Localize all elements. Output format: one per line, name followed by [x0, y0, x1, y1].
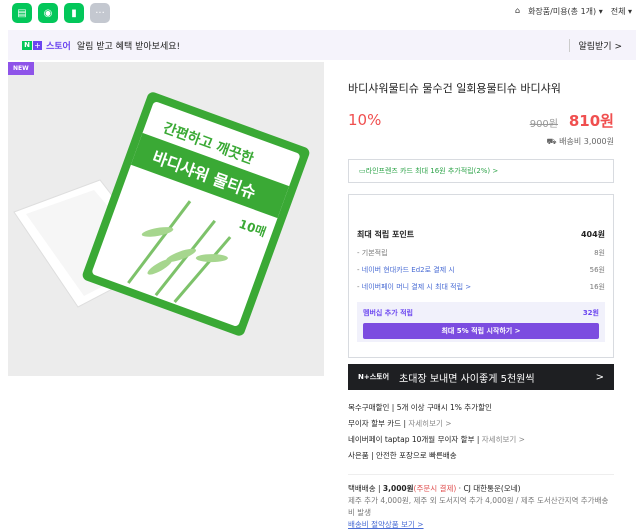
chevron-right-icon: >: [595, 371, 604, 383]
product-title: 바디샤워물티슈 물수건 일회용물티슈 바디샤워: [348, 82, 561, 95]
store-icon[interactable]: ◉: [38, 3, 58, 23]
bookmark-icon[interactable]: ▮: [64, 3, 84, 23]
invite-store-label: N+스토어: [358, 373, 390, 381]
more-icon[interactable]: ···: [90, 3, 110, 23]
points-row[interactable]: - 네이버페이 머니 결제 시 최대 적립 >16원: [357, 282, 605, 292]
delivery-info: 택배배송 | 3,000원(주문시 결제) · CJ 대한통운(오네) 제주 추…: [348, 474, 614, 531]
nplus-logo: N +: [22, 40, 42, 50]
points-total-row: 최대 적립 포인트 404원: [357, 230, 605, 239]
alarm-button[interactable]: 알림받기 >: [569, 39, 622, 52]
breadcrumb-category[interactable]: 화장품/미용(총 1개) ▾: [528, 6, 603, 17]
store-label: 스토어: [46, 41, 71, 52]
perk-item[interactable]: 네이버페이 taptap 10개월 무이자 할부 | 자세히보기 >: [348, 432, 614, 448]
membership-label: 멤버십 추가 적립: [363, 309, 413, 317]
chat-icon[interactable]: ▤: [12, 3, 32, 23]
home-icon[interactable]: ⌂: [515, 6, 520, 17]
perk-item: 사은품 | 안전한 포장으로 빠른배송: [348, 451, 457, 460]
product-photo: 간편하고 깨끗한 바디샤워 물티슈 10매: [8, 62, 324, 376]
original-price: 900원: [529, 119, 558, 130]
new-badge: NEW: [8, 62, 34, 75]
points-box: 최대 적립 포인트 404원 - 기본적립 8원 - 네이버 현대카드 Ed2로 결…: [348, 194, 614, 358]
truck-icon: ⛟: [546, 137, 560, 146]
points-row[interactable]: - 네이버 현대카드 Ed2로 결제 시 56원: [357, 265, 605, 275]
product-info: 바디샤워물티슈 물수건 일회용물티슈 바디샤워 10% 900원 810원 ⛟ …: [348, 62, 614, 531]
top-bar: ▤ ◉ ▮ ··· ⌂ 화장품/미용(총 1개) ▾ 전체 ▾: [0, 0, 640, 26]
membership-box: 멤버십 추가 적립 32원 최대 5% 적립 시작하기 >: [357, 302, 605, 342]
perk-item[interactable]: 무이자 할부 카드 | 자세히보기 >: [348, 416, 614, 432]
membership-value: 32원: [582, 309, 599, 317]
invite-banner[interactable]: N+스토어 초대장 보내면 사이좋게 5천원씩 >: [348, 364, 614, 390]
shipping-fee: ⛟ 배송비 3,000원: [546, 137, 615, 146]
price-row: 10% 900원 810원: [348, 110, 614, 130]
store-banner: N + 스토어 알림 받고 혜택 받아보세요! 알림받기 >: [8, 30, 636, 60]
breadcrumb-all[interactable]: 전체 ▾: [611, 6, 632, 17]
points-row: - 기본적립 8원: [357, 249, 605, 257]
discount-rate: 10%: [348, 111, 382, 129]
banner-text: 알림 받고 혜택 받아보세요!: [76, 41, 181, 52]
invite-text: 초대장 보내면 사이좋게 5천원씩: [399, 373, 535, 385]
breadcrumb: ⌂ 화장품/미용(총 1개) ▾ 전체 ▾: [515, 6, 632, 17]
card-icon: ▭: [359, 167, 366, 175]
membership-start-button[interactable]: 최대 5% 적립 시작하기 >: [363, 323, 599, 339]
sale-price: 810원: [568, 112, 614, 130]
card-benefit[interactable]: ▭ 라인프렌즈 카드 최대 16원 추가적립(2%) >: [348, 159, 614, 183]
save-shipping-link[interactable]: 배송비 절약상품 보기 >: [348, 520, 424, 529]
perks-list: 복수구매할인 | 5개 이상 구매시 1% 추가할인 무이자 할부 카드 | 자…: [348, 400, 614, 464]
perk-item: 복수구매할인 | 5개 이상 구매시 1% 추가할인: [348, 403, 492, 412]
product-image[interactable]: NEW 간편하고 깨끗한 바디샤워 물티슈 10매: [8, 62, 324, 376]
